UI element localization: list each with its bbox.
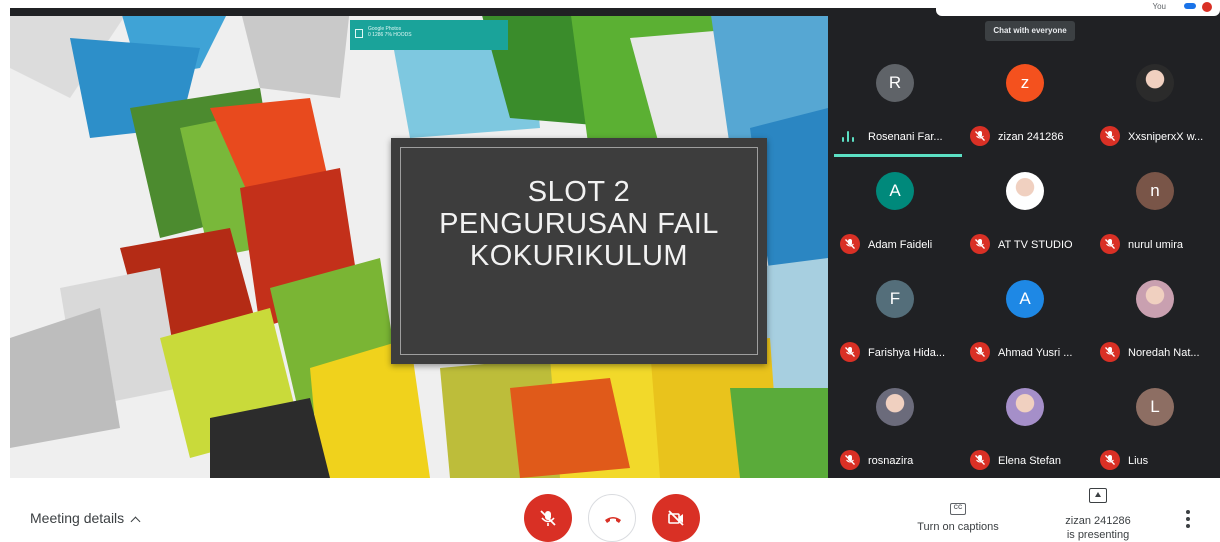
captions-icon: CC	[950, 503, 966, 515]
avatar	[1136, 280, 1174, 318]
avatar	[1136, 64, 1174, 102]
participant-tile[interactable]: z zizan 241286	[962, 54, 1088, 158]
mic-off-icon	[840, 342, 860, 362]
participant-name: zizan 241286	[998, 131, 1064, 143]
avatar	[876, 388, 914, 426]
participant-tile[interactable]: AT TV STUDIO	[962, 162, 1088, 266]
participant-name: nurul umira	[1128, 239, 1184, 251]
leave-call-button[interactable]	[588, 494, 636, 542]
mic-off-icon	[1100, 342, 1120, 362]
self-mic-off-icon[interactable]	[1202, 2, 1212, 12]
participant-tile[interactable]: Noredah Nat...	[1092, 270, 1218, 374]
active-speaker-underline	[834, 154, 962, 157]
hang-up-icon	[605, 517, 621, 523]
slide-title-line: KOKURIKULUM	[469, 240, 689, 272]
participant-grid: You Chat with everyone R Rosenani Far... z…	[828, 0, 1220, 478]
mic-off-icon	[970, 342, 990, 362]
presenter-name: zizan 241286	[1065, 515, 1131, 527]
participant-name: Lius	[1128, 455, 1149, 467]
mic-off-icon	[540, 510, 556, 526]
meeting-details-label: Meeting details	[30, 510, 125, 526]
bottom-control-bar: Meeting details CC Turn on captions ziza…	[0, 478, 1220, 542]
participant-tile[interactable]: n nurul umira	[1092, 162, 1218, 266]
captions-button[interactable]: CC Turn on captions	[910, 496, 1006, 533]
participant-name: rosnazira	[868, 455, 914, 467]
mic-off-icon	[970, 126, 990, 146]
avatar	[1006, 388, 1044, 426]
home-icon	[355, 29, 363, 38]
presenting-status: is presenting	[1066, 529, 1130, 541]
slide-title-box: SLOT 2 PENGURUSAN FAIL KOKURIKULUM	[391, 138, 767, 364]
participant-name: Rosenani Far...	[868, 131, 943, 143]
present-screen-icon	[1089, 488, 1107, 503]
chat-tooltip: Chat with everyone	[985, 21, 1075, 41]
mic-off-icon	[970, 234, 990, 254]
participant-tile[interactable]: A Adam Faideli	[832, 162, 958, 266]
avatar: z	[1006, 64, 1044, 102]
meet-window: Google Photos 0 1286 7% HOODS SLOT 2 PEN…	[0, 0, 1220, 542]
mic-off-icon	[970, 450, 990, 470]
shared-screen: Google Photos 0 1286 7% HOODS SLOT 2 PEN…	[10, 8, 828, 478]
camera-toggle-button[interactable]	[652, 494, 700, 542]
participant-tile[interactable]: XxsniperxX w...	[1092, 54, 1218, 158]
participant-tile[interactable]: F Farishya Hida...	[832, 270, 958, 374]
speaking-indicator-icon	[842, 130, 856, 142]
avatar: A	[876, 172, 914, 210]
slide-title-line: PENGURUSAN FAIL	[439, 208, 719, 240]
participant-tile[interactable]: Elena Stefan	[962, 378, 1088, 482]
you-label: You	[1152, 2, 1167, 11]
mic-off-icon	[840, 450, 860, 470]
captions-label: Turn on captions	[917, 521, 999, 533]
participant-tile[interactable]: rosnazira	[832, 378, 958, 482]
mic-toggle-button[interactable]	[524, 494, 572, 542]
meeting-details-button[interactable]: Meeting details	[30, 510, 141, 527]
slide-title: SLOT 2 PENGURUSAN FAIL KOKURIKULUM	[391, 176, 767, 272]
participant-tile[interactable]: R Rosenani Far...	[832, 54, 962, 158]
mic-off-icon	[1100, 450, 1120, 470]
participant-tile[interactable]: L Lius	[1092, 378, 1218, 482]
more-options-icon[interactable]	[1186, 510, 1192, 528]
screen-top-strip	[10, 8, 828, 16]
self-indicator-icon[interactable]	[1184, 3, 1196, 9]
participant-name: XxsniperxX w...	[1128, 131, 1204, 143]
participant-name: Adam Faideli	[868, 239, 933, 251]
avatar: L	[1136, 388, 1174, 426]
slide-title-line: SLOT 2	[527, 176, 631, 208]
chevron-up-icon	[130, 516, 141, 527]
avatar: n	[1136, 172, 1174, 210]
mic-off-icon	[1100, 126, 1120, 146]
avatar	[1006, 172, 1044, 210]
avatar: R	[876, 64, 914, 102]
participant-name: Ahmad Yusri ...	[998, 347, 1073, 359]
camera-off-icon	[668, 510, 684, 526]
avatar: A	[1006, 280, 1044, 318]
participant-name: Elena Stefan	[998, 455, 1061, 467]
cast-banner: Google Photos 0 1286 7% HOODS	[350, 20, 508, 50]
top-right-account-area: You	[936, 0, 1220, 16]
cast-banner-line2: 0 1286 7% HOODS	[368, 32, 412, 38]
mic-off-icon	[1100, 234, 1120, 254]
avatar: F	[876, 280, 914, 318]
presenting-button[interactable]: zizan 241286 is presenting	[1050, 488, 1146, 542]
mic-off-icon	[840, 234, 860, 254]
participant-name: Noredah Nat...	[1128, 347, 1200, 359]
participant-name: Farishya Hida...	[868, 347, 946, 359]
participant-name: AT TV STUDIO	[998, 239, 1073, 251]
participant-tile[interactable]: A Ahmad Yusri ...	[962, 270, 1088, 374]
